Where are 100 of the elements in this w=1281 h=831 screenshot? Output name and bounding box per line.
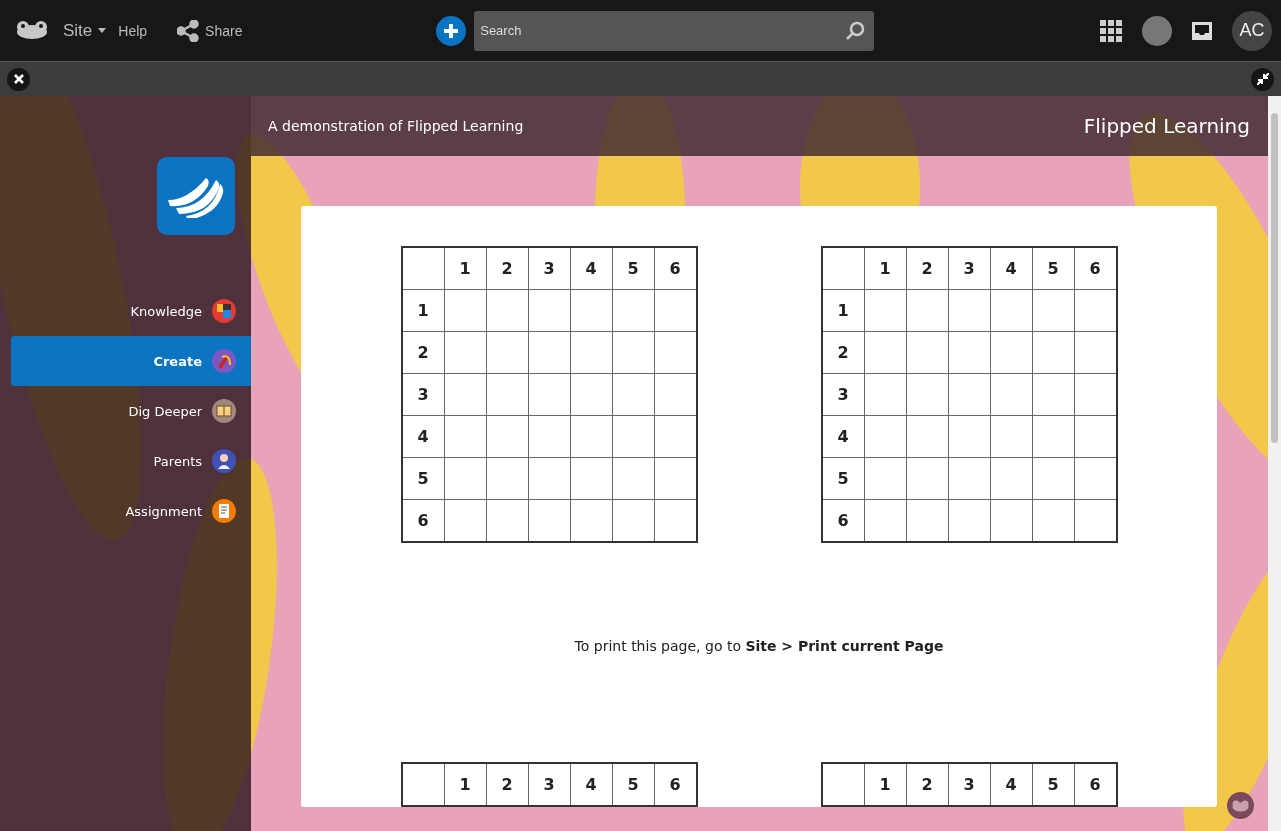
table-cell — [528, 331, 570, 374]
user-status-circle[interactable] — [1142, 15, 1172, 46]
share-icon — [177, 19, 200, 42]
help-link[interactable]: Help — [118, 22, 148, 39]
close-button[interactable] — [7, 67, 30, 91]
table-cell — [948, 289, 990, 332]
table-cell — [486, 373, 528, 416]
search-field[interactable]: Search — [474, 10, 875, 51]
caret-icon — [98, 28, 107, 33]
plus-icon — [444, 23, 459, 38]
row-header: 5 — [821, 457, 864, 500]
column-header: 1 — [444, 247, 486, 290]
table-cell — [486, 457, 528, 500]
column-header: 4 — [570, 247, 612, 290]
frog-logo-icon[interactable] — [16, 20, 48, 41]
table-cell — [486, 331, 528, 374]
table-cell — [401, 247, 444, 290]
column-header: 3 — [948, 247, 990, 290]
table-cell — [444, 289, 486, 332]
site-menu[interactable]: Site — [63, 20, 107, 41]
column-header: 5 — [612, 247, 654, 290]
table-cell — [570, 289, 612, 332]
row-header: 4 — [821, 415, 864, 458]
table-cell — [612, 331, 654, 374]
table-cell — [990, 415, 1032, 458]
table-cell — [906, 331, 948, 374]
table-cell — [486, 289, 528, 332]
user-avatar[interactable]: AC — [1232, 10, 1272, 51]
table-cell — [990, 457, 1032, 500]
table-cell — [864, 415, 906, 458]
table-cell — [528, 415, 570, 458]
sidebar-item[interactable]: Create — [11, 336, 251, 386]
close-icon — [13, 74, 24, 84]
column-header: 4 — [990, 247, 1032, 290]
table-cell — [528, 373, 570, 416]
table-cell — [864, 457, 906, 500]
table-cell — [444, 457, 486, 500]
site-logo[interactable] — [157, 157, 235, 235]
collapse-icon — [1256, 73, 1269, 85]
sidebar-item[interactable]: Dig Deeper — [11, 386, 251, 436]
sidebar-item-label: Create — [153, 353, 202, 369]
table-cell — [486, 415, 528, 458]
table-cell — [528, 457, 570, 500]
table-cell — [1032, 457, 1074, 500]
table-cell — [1032, 373, 1074, 416]
frog-icon — [1232, 799, 1249, 812]
table-cell — [612, 457, 654, 500]
search-icon[interactable] — [845, 20, 866, 41]
share-button[interactable]: Share — [177, 19, 243, 42]
table-cell — [906, 373, 948, 416]
sidebar-item[interactable]: Parents — [11, 436, 251, 486]
table-cell — [906, 289, 948, 332]
table-cell — [906, 457, 948, 500]
sidebar-item-label: Assignment — [125, 503, 202, 519]
row-header: 3 — [821, 373, 864, 416]
table-cell — [570, 457, 612, 500]
column-header: 5 — [1032, 247, 1074, 290]
table-cell — [948, 373, 990, 416]
table-cell — [570, 373, 612, 416]
table-cell — [612, 289, 654, 332]
table-cell — [612, 373, 654, 416]
table-cell — [570, 415, 612, 458]
row-header: 4 — [401, 415, 444, 458]
print-instructions: To print this page, go to Site > Print current Page — [573, 638, 945, 654]
sidebar-item[interactable]: Knowledge — [11, 286, 251, 336]
column-header: 1 — [864, 247, 906, 290]
table-cell — [948, 457, 990, 500]
table-cell — [864, 373, 906, 416]
column-header: 3 — [528, 247, 570, 290]
table-cell — [948, 415, 990, 458]
apps-grid-icon[interactable] — [1100, 19, 1122, 42]
row-header: 1 — [401, 289, 444, 332]
table-cell — [864, 289, 906, 332]
column-header: 2 — [906, 247, 948, 290]
collapse-button[interactable] — [1251, 67, 1274, 91]
table-cell — [444, 415, 486, 458]
page-subtitle: A demonstration of Flipped Learning — [268, 118, 524, 134]
row-header: 2 — [401, 331, 444, 374]
sidebar-item-label: Parents — [153, 453, 202, 469]
scrollbar[interactable] — [1268, 96, 1281, 831]
table-cell — [444, 331, 486, 374]
add-button[interactable] — [436, 15, 467, 46]
row-header: 1 — [821, 289, 864, 332]
table-cell — [948, 331, 990, 374]
inbox-icon[interactable] — [1192, 21, 1212, 40]
row-header: 5 — [401, 457, 444, 500]
row-header: 3 — [401, 373, 444, 416]
row-header: 2 — [821, 331, 864, 374]
table-cell — [821, 247, 864, 290]
sidebar-item-label: Knowledge — [130, 303, 202, 319]
table-cell — [1032, 331, 1074, 374]
table-cell — [906, 415, 948, 458]
table-cell — [864, 331, 906, 374]
sidebar-item-label: Dig Deeper — [128, 403, 202, 419]
table-cell — [612, 415, 654, 458]
sidebar-item[interactable]: Assignment — [11, 486, 251, 536]
table-cell — [528, 289, 570, 332]
table-cell — [1032, 415, 1074, 458]
table-cell — [990, 373, 1032, 416]
table-cell — [990, 331, 1032, 374]
